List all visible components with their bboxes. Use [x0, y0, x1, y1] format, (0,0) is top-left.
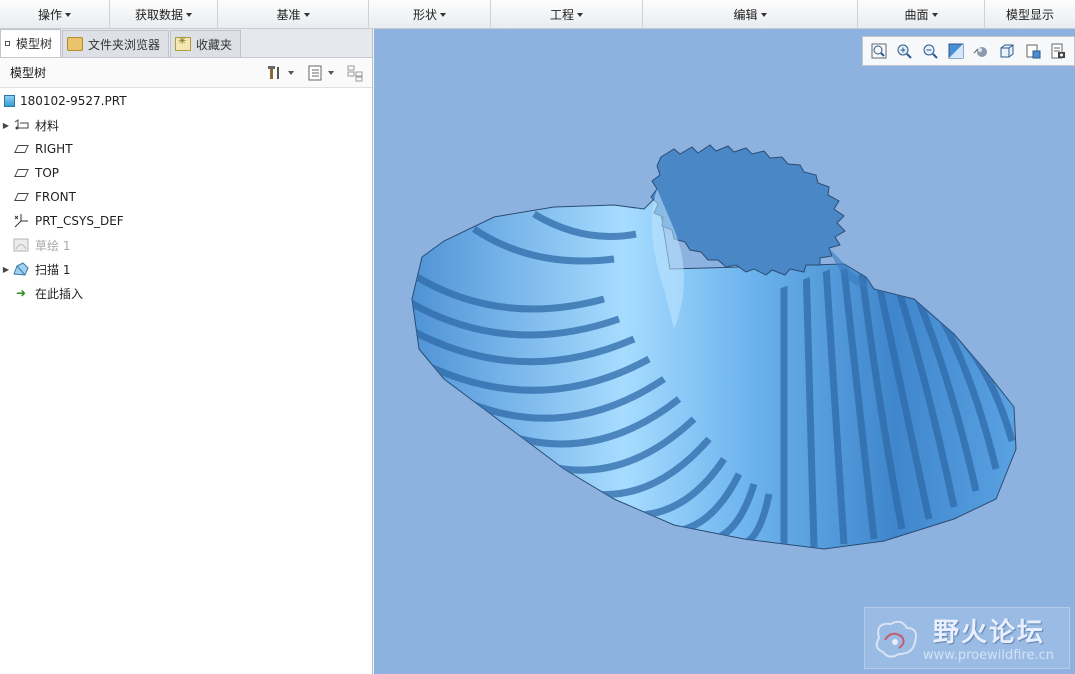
datum-plane-icon — [12, 189, 30, 205]
favorites-icon — [175, 36, 192, 51]
render-icon[interactable] — [1048, 41, 1068, 61]
filter-icon[interactable] — [346, 64, 364, 82]
repaint-icon[interactable] — [946, 41, 966, 61]
tab-favorites[interactable]: 收藏夹 — [170, 30, 242, 57]
insert-here-icon: ➜ — [15, 286, 27, 300]
expand-arrow-icon[interactable]: ▶ — [0, 121, 12, 130]
chevron-down-icon[interactable] — [328, 70, 334, 75]
tree-item-right[interactable]: RIGHT — [0, 137, 372, 161]
chevron-down-icon — [440, 12, 446, 17]
forum-logo-icon — [875, 620, 917, 658]
chevron-down-icon — [931, 12, 938, 17]
datum-plane-icon — [12, 165, 30, 181]
tab-folder-browser[interactable]: 文件夹浏览器 — [62, 30, 170, 57]
model-render[interactable] — [374, 29, 1075, 674]
model-tree-title: 模型树 — [10, 66, 47, 80]
chevron-down-icon[interactable] — [288, 70, 294, 75]
saved-views-icon[interactable] — [997, 41, 1017, 61]
forum-watermark: 野火论坛 www.proewildfire.cn — [864, 607, 1070, 669]
tree-item-part[interactable]: 180102-9527.PRT — [0, 89, 372, 113]
navigator-panel: 模型树 文件夹浏览器 收藏夹 模型树 1 — [0, 29, 373, 674]
watermark-url: www.proewildfire.cn — [923, 648, 1054, 663]
chevron-down-icon — [303, 12, 310, 17]
model-tree-header: 模型树 — [0, 58, 372, 88]
watermark-title: 野火论坛 — [933, 618, 1046, 648]
tree-item-sweep[interactable]: ▶ 扫描 1 — [0, 257, 372, 281]
folder-icon — [67, 37, 84, 51]
view-toolbar — [862, 36, 1075, 66]
tree-item-front[interactable]: FRONT — [0, 185, 372, 209]
material-icon — [12, 117, 30, 133]
navigator-tabs: 模型树 文件夹浏览器 收藏夹 — [0, 29, 372, 58]
zoom-out-icon[interactable] — [920, 41, 940, 61]
menu-shapes[interactable]: 形状 — [369, 0, 491, 29]
chevron-down-icon — [577, 12, 583, 17]
model-tree-tools — [266, 64, 364, 82]
menu-model-display[interactable]: 模型显示 — [985, 0, 1075, 29]
tree-item-material[interactable]: ▶ 材料 — [0, 113, 372, 137]
tree-item-csys[interactable]: PRT_CSYS_DEF — [0, 209, 372, 233]
tree-item-sketch[interactable]: 草绘 1 — [0, 233, 372, 257]
menu-bar: 操作 获取数据 基准 形状 工程 编辑 曲面 模型显示 — [0, 0, 1075, 29]
menu-engineering[interactable]: 工程 — [491, 0, 643, 29]
graphics-viewport[interactable]: 野火论坛 www.proewildfire.cn — [374, 29, 1075, 674]
menu-get-data[interactable]: 获取数据 — [110, 0, 218, 29]
datum-plane-icon — [12, 141, 30, 157]
zoom-in-icon[interactable] — [894, 41, 914, 61]
tree-item-insert-here[interactable]: ➜ 在此插入 — [0, 281, 372, 305]
model-tree-icon — [5, 41, 10, 46]
settings-tools-icon[interactable] — [266, 64, 284, 82]
model-tree: 180102-9527.PRT ▶ 材料 RIGHT TOP FRONT PRT… — [0, 88, 372, 305]
chevron-down-icon — [186, 12, 192, 17]
menu-editing[interactable]: 编辑 — [643, 0, 858, 29]
show-options-icon[interactable] — [306, 64, 324, 82]
view-manager-icon[interactable] — [1023, 41, 1043, 61]
chevron-down-icon — [760, 12, 767, 17]
chevron-down-icon — [65, 12, 71, 17]
display-style-icon[interactable] — [971, 41, 991, 61]
menu-surfaces[interactable]: 曲面 — [858, 0, 985, 29]
expand-arrow-icon[interactable]: ▶ — [0, 265, 12, 274]
part-icon — [0, 93, 18, 109]
refit-icon[interactable] — [869, 41, 889, 61]
tree-item-top[interactable]: TOP — [0, 161, 372, 185]
sketch-icon — [12, 237, 30, 253]
tab-model-tree[interactable]: 模型树 — [0, 29, 62, 57]
menu-datum[interactable]: 基准 — [218, 0, 369, 29]
menu-operations[interactable]: 操作 — [0, 0, 110, 29]
csys-icon — [12, 213, 30, 229]
sweep-icon — [12, 261, 30, 277]
